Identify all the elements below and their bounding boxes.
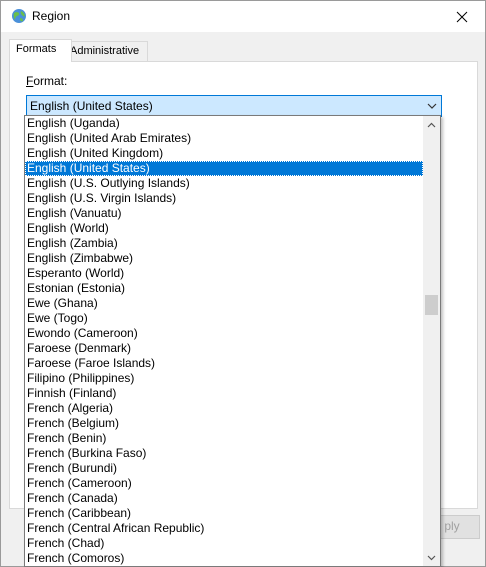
list-item[interactable]: Ewe (Ghana) [25,296,423,311]
list-item[interactable]: French (Burkina Faso) [25,446,423,461]
list-item[interactable]: English (United Arab Emirates) [25,131,423,146]
list-item[interactable]: Finnish (Finland) [25,386,423,401]
tab-administrative[interactable]: Administrative [63,41,148,61]
close-icon [456,11,468,22]
globe-icon [11,8,27,24]
list-item[interactable]: Filipino (Philippines) [25,371,423,386]
format-dropdown-list: English (Uganda) English (United Arab Emi… [24,115,441,567]
scroll-down-button[interactable] [423,549,440,566]
list-item[interactable]: French (Comoros) [25,551,423,566]
scroll-track[interactable] [423,133,440,549]
scroll-up-button[interactable] [423,116,440,133]
chevron-down-icon [427,555,436,560]
list-item[interactable]: French (Cameroon) [25,476,423,491]
title-bar: Region [1,1,485,32]
list-item[interactable]: English (U.S. Outlying Islands) [25,176,423,191]
list-item[interactable]: English (Zimbabwe) [25,251,423,266]
list-item[interactable]: French (Chad) [25,536,423,551]
list-item[interactable]: French (Benin) [25,431,423,446]
list-item[interactable]: Ewondo (Cameroon) [25,326,423,341]
format-label-text: ormat: [33,74,68,88]
list-item[interactable]: English (United Kingdom) [25,146,423,161]
chevron-up-icon [427,122,436,127]
list-item[interactable]: Esperanto (World) [25,266,423,281]
list-item[interactable]: Faroese (Faroe Islands) [25,356,423,371]
format-label: Format: [26,74,67,88]
list-item[interactable]: English (Zambia) [25,236,423,251]
list-item[interactable]: English (World) [25,221,423,236]
scroll-thumb[interactable] [425,295,438,315]
list-item[interactable]: French (Central African Republic) [25,521,423,536]
chevron-down-icon [427,103,437,109]
list-item[interactable]: Estonian (Estonia) [25,281,423,296]
list-item[interactable]: Ewe (Togo) [25,311,423,326]
close-button[interactable] [439,1,485,32]
list-item[interactable]: French (Belgium) [25,416,423,431]
format-combobox[interactable]: English (United States) [26,95,442,117]
list-item[interactable]: English (United States) [25,161,423,176]
list-item[interactable]: Faroese (Denmark) [25,341,423,356]
tab-formats[interactable]: Formats [9,39,72,62]
format-selected-value: English (United States) [30,99,153,113]
list-item[interactable]: English (U.S. Virgin Islands) [25,191,423,206]
list-item[interactable]: English (Uganda) [25,116,423,131]
dropdown-scrollbar[interactable] [423,116,440,566]
list-item[interactable]: French (Burundi) [25,461,423,476]
list-item[interactable]: English (Vanuatu) [25,206,423,221]
dropdown-items: English (Uganda) English (United Arab Emi… [25,116,423,566]
window-title: Region [32,9,71,23]
list-item[interactable]: French (Canada) [25,491,423,506]
list-item[interactable]: French (Algeria) [25,401,423,416]
list-item[interactable]: French (Caribbean) [25,506,423,521]
